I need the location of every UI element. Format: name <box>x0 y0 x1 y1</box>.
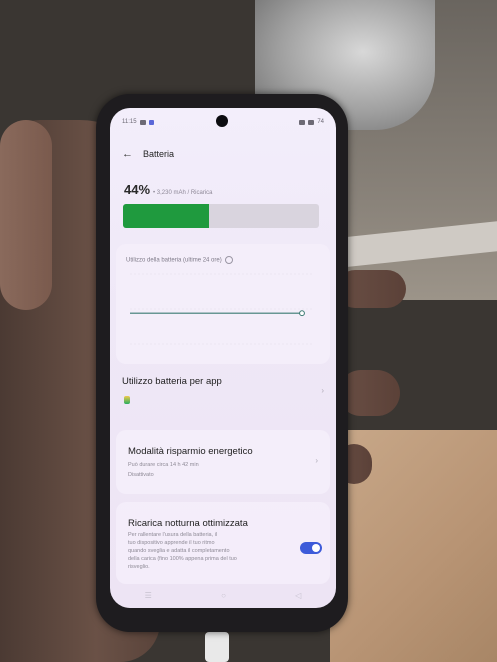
power-saving-line1: Può durare circa 14 h 42 min <box>128 462 199 468</box>
status-time: 11:15 <box>122 119 137 125</box>
wifi-icon <box>308 119 315 125</box>
chevron-right-icon: › <box>315 456 318 465</box>
status-bar: 11:15 74 <box>122 116 324 128</box>
battery-bar-fill <box>123 204 210 228</box>
signal-icon <box>299 119 306 125</box>
info-icon[interactable] <box>224 256 233 264</box>
status-battery: 74 <box>317 119 324 125</box>
night-charge-toggle[interactable] <box>300 542 322 554</box>
phone-screen: 11:15 74 ← Batteria 44% • 3,230 mAh / Ri… <box>110 108 336 608</box>
usage-chart <box>130 273 312 345</box>
night-charge-desc-5: risveglio. <box>128 564 150 570</box>
usage-label: Utilizzo della batteria (ultime 24 ore) <box>126 256 233 264</box>
toggle-knob <box>312 544 320 552</box>
power-saving-title: Modalità risparmio energetico <box>128 446 253 457</box>
battery-level: 44% • 3,230 mAh / Ricarica <box>124 182 213 197</box>
night-charge-card[interactable]: Ricarica notturna ottimizzata Per rallen… <box>116 502 330 584</box>
thumb <box>0 120 52 310</box>
power-saving-line2: Disattivato <box>128 472 154 478</box>
battery-subtitle: • 3,230 mAh / Ricarica <box>153 190 213 196</box>
night-charge-desc-3: quando sveglia e adatta il completamento <box>128 548 230 554</box>
app-notification-icon <box>148 119 154 125</box>
page-title: Batteria <box>143 149 175 159</box>
usage-card[interactable]: Utilizzo della batteria (ultime 24 ore) <box>116 244 330 364</box>
arrow-left-icon[interactable]: ← <box>122 148 133 160</box>
app-icon <box>124 396 130 404</box>
header: ← Batteria <box>122 146 174 162</box>
night-charge-desc-4: della carica (fino 100% appena prima del… <box>128 556 237 562</box>
power-saving-card[interactable]: Modalità risparmio energetico Può durare… <box>116 430 330 494</box>
navigation-bar: ☰ ○ ◁ <box>110 588 336 602</box>
home-icon[interactable]: ○ <box>221 591 226 600</box>
charging-cable <box>205 632 229 662</box>
night-charge-desc-1: Per rallentare l'usura della batteria, i… <box>128 532 218 538</box>
battery-bar <box>123 204 319 228</box>
app-usage-title[interactable]: Utilizzo batteria per app <box>122 376 222 387</box>
back-triangle-icon[interactable]: ◁ <box>295 591 301 600</box>
night-charge-title: Ricarica notturna ottimizzata <box>128 518 248 529</box>
night-charge-desc-2: tuo dispositivo apprende il tuo ritmo <box>128 540 215 546</box>
notification-icon <box>139 119 146 125</box>
usage-current-point <box>299 310 305 317</box>
recent-apps-icon[interactable]: ☰ <box>145 591 152 600</box>
chevron-right-icon: › <box>321 386 324 395</box>
battery-percent: 44% <box>124 182 151 197</box>
